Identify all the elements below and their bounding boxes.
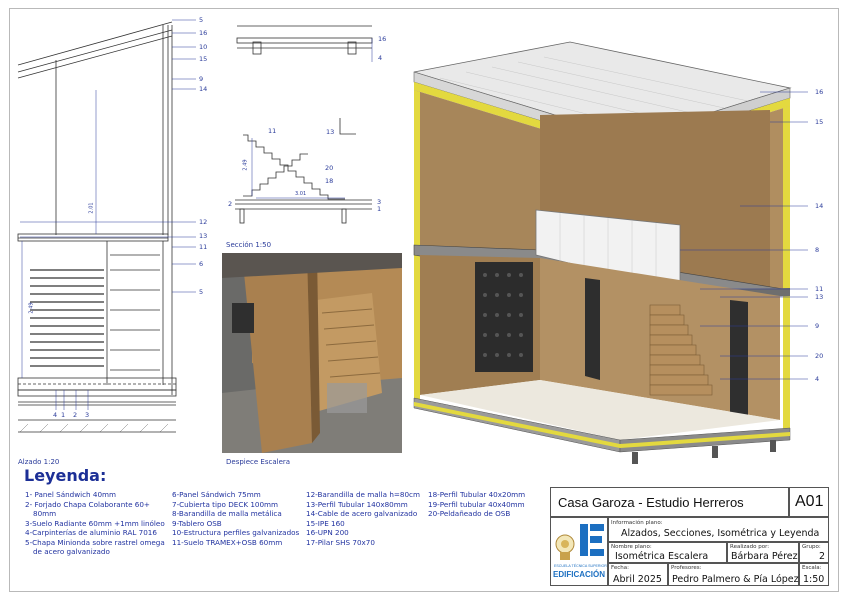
legend-item: 13-Perfil Tubular 140x80mm bbox=[306, 499, 408, 509]
iso-callout: 13 bbox=[815, 293, 824, 301]
tb-info-cell: Información plano: Alzados, Secciones, I… bbox=[608, 517, 829, 542]
tb-author-value: Bárbara Pérez bbox=[731, 551, 798, 562]
tb-scale-cell: Escala: 1:50 bbox=[799, 563, 829, 586]
legend-column-1: 1- Panel Sándwich 40mm 2- Forjado Chapa … bbox=[25, 490, 165, 557]
tb-name-value: Isométrica Escalera bbox=[615, 551, 709, 562]
legend-item: 18-Perfil Tubular 40x20mm bbox=[428, 490, 526, 499]
iso-callout: 15 bbox=[815, 118, 824, 126]
legend-item: 3-Suelo Radiante 60mm +1mm linóleo bbox=[25, 518, 165, 528]
tb-info-value: Alzados, Secciones, Isométrica y Leyenda bbox=[621, 528, 820, 539]
legend-item: 17-Pilar SHS 70x70 bbox=[306, 537, 375, 547]
legend-item: 5-Chapa Minionda sobre rastrel omega bbox=[25, 537, 165, 547]
tb-date-cell: Fecha: Abril 2025 bbox=[608, 563, 668, 586]
title-block-project: Casa Garoza - Estudio Herreros bbox=[550, 487, 789, 517]
legend-column-2: 6-Panel Sándwich 75mm 7-Cubierta tipo DE… bbox=[172, 490, 299, 547]
tb-author-cell: Realizado por: Bárbara Pérez bbox=[727, 542, 799, 563]
tb-group-label: Grupo: bbox=[802, 544, 821, 550]
iso-callout: 8 bbox=[815, 246, 820, 254]
tb-date-value: Abril 2025 bbox=[613, 574, 662, 585]
title-block-sheet-code: A01 bbox=[789, 487, 829, 517]
iso-callout: 20 bbox=[815, 352, 824, 360]
school-seal-icon bbox=[555, 534, 575, 560]
legend-item: 15-IPE 160 bbox=[306, 518, 345, 528]
legend-column-4: 18-Perfil Tubular 40x20mm 19-Perfil tubu… bbox=[428, 490, 525, 519]
legend-item: 14-Cable de acero galvanizado bbox=[306, 509, 418, 518]
legend-column-3: 12-Barandilla de malla h=80cm 13-Perfil … bbox=[306, 490, 420, 547]
tb-date-label: Fecha: bbox=[611, 565, 629, 571]
tb-prof-value: Pedro Palmero & Pía López bbox=[672, 574, 799, 585]
iso-callout: 14 bbox=[815, 202, 824, 210]
legend-item: 11-Suelo TRAMEX+OSB 60mm bbox=[172, 537, 283, 547]
legend-item: 8-Barandilla de malla metálica bbox=[172, 509, 282, 518]
iso-callout: 4 bbox=[815, 375, 820, 383]
iso-callout: 11 bbox=[815, 285, 824, 293]
iso-callout: 9 bbox=[815, 322, 820, 330]
logo-word: EDIFICACIÓN bbox=[553, 570, 605, 579]
project-title: Casa Garoza - Estudio Herreros bbox=[558, 495, 744, 510]
legend-item: 19-Perfil tubular 40x40mm bbox=[428, 499, 525, 509]
legend-item: 4-Carpinterías de aluminio RAL 7016 bbox=[25, 528, 157, 537]
legend-item: de acero galvanizado bbox=[33, 547, 110, 556]
legend-item: 12-Barandilla de malla h=80cm bbox=[306, 490, 421, 499]
tb-name-label: Nombre plano: bbox=[611, 544, 652, 550]
tb-author-label: Realizado por: bbox=[730, 544, 770, 550]
sheet-code: A01 bbox=[795, 493, 824, 510]
tb-prof-cell: Profesores: Pedro Palmero & Pía López bbox=[668, 563, 799, 586]
iso-callout: 16 bbox=[815, 88, 824, 96]
legend-item: 80mm bbox=[33, 509, 57, 518]
legend-item: 1- Panel Sándwich 40mm bbox=[25, 490, 117, 499]
legend-item: 20-Peldañeado de OSB bbox=[428, 509, 511, 518]
legend-item: 10-Estructura perfiles galvanizados bbox=[172, 528, 300, 537]
legend-item: 9-Tablero OSB bbox=[172, 518, 222, 528]
tb-group-value: 2 bbox=[819, 551, 826, 562]
tb-prof-label: Profesores: bbox=[671, 565, 702, 571]
tb-group-cell: Grupo: 2 bbox=[799, 542, 829, 563]
legend-item: 2- Forjado Chapa Colaborante 60+ bbox=[25, 499, 150, 509]
tb-scale-label: Escala: bbox=[802, 565, 822, 571]
legend-title: Leyenda: bbox=[24, 466, 107, 485]
legend-item: 6-Panel Sándwich 75mm bbox=[172, 490, 261, 499]
legend-item: 16-UPN 200 bbox=[306, 528, 349, 537]
title-block-logo: ESCUELA TÉCNICA SUPERIOR EDIFICACIÓN bbox=[550, 517, 608, 586]
school-text: ESCUELA TÉCNICA SUPERIOR bbox=[554, 564, 607, 568]
drawing-sheet: 5 16 10 15 9 14 12 13 11 6 5 4 1 2 3 2.0… bbox=[0, 0, 848, 600]
edificacion-logo-icon bbox=[580, 524, 604, 556]
tb-info-label: Información plano: bbox=[611, 520, 663, 526]
tb-name-cell: Nombre plano: Isométrica Escalera bbox=[608, 542, 727, 563]
legend-item: 7-Cubierta tipo DECK 100mm bbox=[172, 499, 279, 509]
tb-scale-value: 1:50 bbox=[803, 574, 825, 585]
